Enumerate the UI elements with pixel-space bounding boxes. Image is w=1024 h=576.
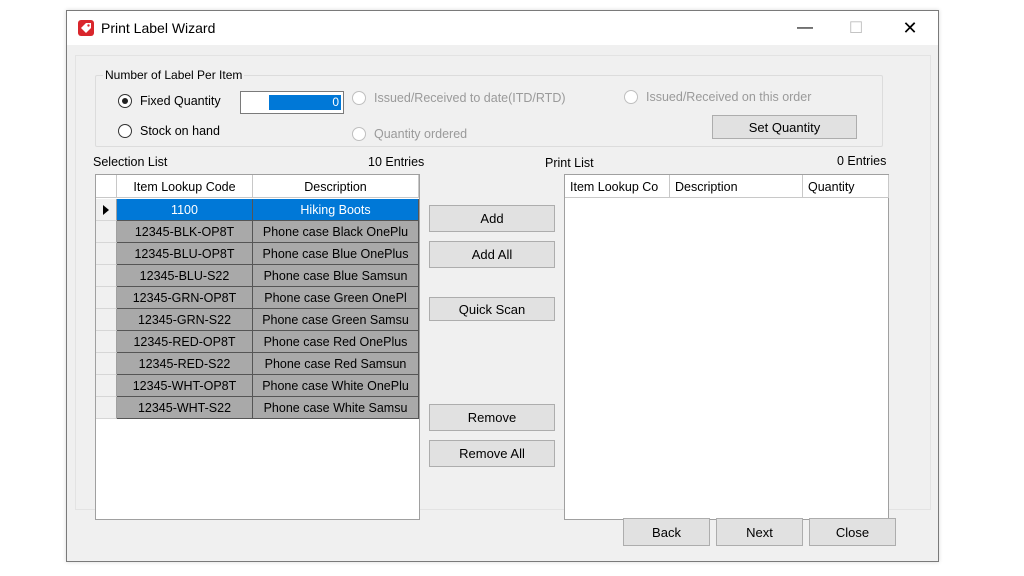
next-button[interactable]: Next [716,518,803,546]
row-header[interactable] [96,265,117,287]
quantity-ordered-label: Quantity ordered [374,127,468,141]
description-cell[interactable]: Phone case Green OnePl [253,287,419,309]
label-tag-icon [78,20,94,36]
remove-button[interactable]: Remove [429,404,555,431]
item-lookup-code-cell[interactable]: 12345-GRN-OP8T [117,287,253,309]
table-row[interactable]: 12345-BLU-S22 Phone case Blue Samsun [96,265,419,287]
item-lookup-code-cell[interactable]: 12345-RED-OP8T [117,331,253,353]
row-header[interactable] [96,375,117,397]
selection-list-title: Selection List [93,155,168,169]
row-header-corner [96,175,117,198]
row-header[interactable] [96,199,117,221]
radio-checked-icon[interactable] [118,94,132,108]
row-header[interactable] [96,331,117,353]
radio-disabled-icon[interactable] [352,127,366,141]
radio-disabled-icon[interactable] [624,90,638,104]
back-button[interactable]: Back [623,518,710,546]
print-list-count: 0 Entries [837,154,887,168]
radio-unchecked-icon[interactable] [118,124,132,138]
fixed-quantity-radio[interactable]: Fixed Quantity [118,94,221,108]
group-legend: Number of Label Per Item [103,68,245,82]
column-header-description[interactable]: Description [253,175,419,198]
description-cell[interactable]: Phone case Green Samsu [253,309,419,331]
column-header-item-lookup-code[interactable]: Item Lookup Code [117,175,253,198]
issued-received-itd-label: Issued/Received to date(ITD/RTD) [374,91,566,105]
fixed-quantity-input[interactable]: 0 [240,91,344,114]
issued-received-order-label: Issued/Received on this order [646,90,812,104]
close-window-button[interactable]: ✕ [887,11,933,45]
row-header[interactable] [96,287,117,309]
add-all-button[interactable]: Add All [429,241,555,268]
item-lookup-code-cell[interactable]: 12345-BLK-OP8T [117,221,253,243]
item-lookup-code-cell[interactable]: 12345-BLU-OP8T [117,243,253,265]
row-header[interactable] [96,243,117,265]
table-row[interactable]: 12345-BLU-OP8T Phone case Blue OnePlus [96,243,419,265]
selection-grid-header: Item Lookup Code Description [96,175,419,198]
description-cell[interactable]: Phone case Red Samsun [253,353,419,375]
selection-list-grid[interactable]: Item Lookup Code Description 1100 Hiking … [95,174,420,520]
table-row[interactable]: 12345-RED-S22 Phone case Red Samsun [96,353,419,375]
table-row[interactable]: 12345-WHT-S22 Phone case White Samsu [96,397,419,419]
item-lookup-code-cell[interactable]: 12345-WHT-S22 [117,397,253,419]
print-grid-header: Item Lookup Co Description Quantity [565,175,889,198]
table-row[interactable]: 12345-RED-OP8T Phone case Red OnePlus [96,331,419,353]
item-lookup-code-cell[interactable]: 12345-GRN-S22 [117,309,253,331]
description-cell[interactable]: Phone case Blue OnePlus [253,243,419,265]
radio-disabled-icon[interactable] [352,91,366,105]
description-cell[interactable]: Phone case White Samsu [253,397,419,419]
description-cell[interactable]: Phone case Black OnePlu [253,221,419,243]
quantity-value: 0 [269,95,341,110]
column-header-description[interactable]: Description [670,175,803,198]
add-button[interactable]: Add [429,205,555,232]
item-lookup-code-cell[interactable]: 12345-BLU-S22 [117,265,253,287]
row-header[interactable] [96,353,117,375]
item-lookup-code-cell[interactable]: 12345-RED-S22 [117,353,253,375]
item-lookup-code-cell[interactable]: 12345-WHT-OP8T [117,375,253,397]
quantity-ordered-radio[interactable]: Quantity ordered [352,127,467,141]
row-header[interactable] [96,397,117,419]
column-header-item-lookup-code[interactable]: Item Lookup Co [565,175,670,198]
title-bar: Print Label Wizard — ☐ ✕ [67,11,938,45]
table-row[interactable]: 12345-GRN-S22 Phone case Green Samsu [96,309,419,331]
table-row[interactable]: 12345-WHT-OP8T Phone case White OnePlu [96,375,419,397]
print-label-wizard-window: Print Label Wizard — ☐ ✕ Number of Label… [66,10,939,562]
row-header[interactable] [96,221,117,243]
description-cell[interactable]: Phone case Blue Samsun [253,265,419,287]
description-cell[interactable]: Phone case White OnePlu [253,375,419,397]
quick-scan-button[interactable]: Quick Scan [429,297,555,321]
selection-list-count: 10 Entries [368,155,425,169]
remove-all-button[interactable]: Remove All [429,440,555,467]
set-quantity-button[interactable]: Set Quantity [712,115,857,139]
fixed-quantity-label: Fixed Quantity [140,94,221,108]
current-row-arrow-icon [103,205,109,215]
window-title: Print Label Wizard [101,20,216,36]
stock-on-hand-radio[interactable]: Stock on hand [118,124,220,138]
row-header[interactable] [96,309,117,331]
table-row[interactable]: 12345-GRN-OP8T Phone case Green OnePl [96,287,419,309]
print-list-grid[interactable]: Item Lookup Co Description Quantity [564,174,889,520]
stock-on-hand-label: Stock on hand [140,124,220,138]
selection-rows: 1100 Hiking Boots 12345-BLK-OP8T Phone case… [96,199,419,419]
description-cell[interactable]: Phone case Red OnePlus [253,331,419,353]
item-lookup-code-cell[interactable]: 1100 [117,199,253,221]
issued-received-itd-radio[interactable]: Issued/Received to date(ITD/RTD) [352,91,566,105]
print-list-title: Print List [545,156,594,170]
table-row[interactable]: 1100 Hiking Boots [96,199,419,221]
description-cell[interactable]: Hiking Boots [253,199,419,221]
close-button[interactable]: Close [809,518,896,546]
minimize-button[interactable]: — [782,11,828,45]
table-row[interactable]: 12345-BLK-OP8T Phone case Black OnePlu [96,221,419,243]
maximize-button[interactable]: ☐ [833,11,879,45]
issued-received-order-radio[interactable]: Issued/Received on this order [624,90,811,104]
column-header-quantity[interactable]: Quantity [803,175,889,198]
